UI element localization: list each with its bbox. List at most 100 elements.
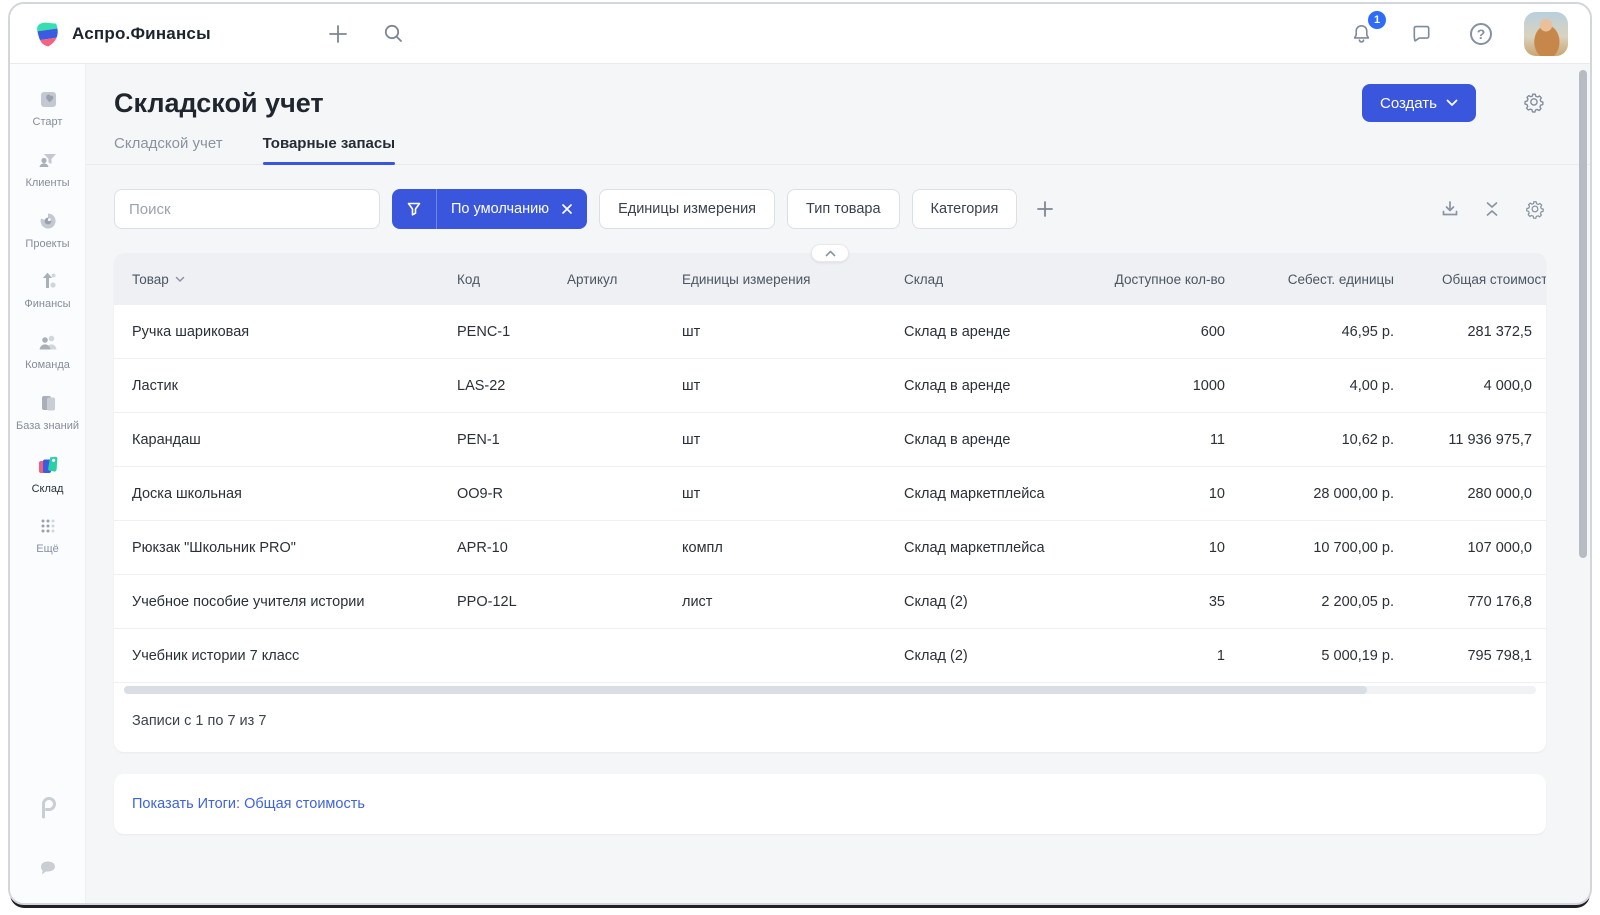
scrollbar-thumb[interactable] bbox=[124, 686, 1367, 694]
filter-funnel-icon[interactable] bbox=[392, 189, 437, 229]
table-row[interactable]: Учебное пособие учителя истории PPO-12L … bbox=[114, 575, 1546, 629]
sidebar-item-knowledge-base[interactable]: База знаний bbox=[12, 382, 84, 443]
planfix-button[interactable] bbox=[31, 791, 65, 825]
sidebar-item-label: Старт bbox=[33, 116, 63, 130]
column-header-cost[interactable]: Себест. единицы bbox=[1225, 272, 1394, 287]
collapse-table-button[interactable] bbox=[811, 244, 849, 262]
active-filter-chip[interactable]: По умолчанию bbox=[392, 189, 587, 229]
gear-icon bbox=[1522, 90, 1546, 114]
table-row[interactable]: Рюкзак "Школьник PRO" APR-10 компл Склад… bbox=[114, 521, 1546, 575]
column-header-warehouse[interactable]: Склад bbox=[904, 272, 1104, 287]
sidebar-item-team[interactable]: Команда bbox=[12, 321, 84, 382]
filter-product-type-button[interactable]: Тип товара bbox=[787, 189, 899, 229]
cell-warehouse: Склад в аренде bbox=[904, 324, 1104, 340]
global-search-button[interactable] bbox=[377, 17, 411, 51]
column-header-code[interactable]: Код bbox=[457, 272, 567, 287]
filter-category-button[interactable]: Категория bbox=[912, 189, 1018, 229]
cell-code: LAS-22 bbox=[457, 378, 567, 394]
sidebar-item-more[interactable]: Ещё bbox=[12, 505, 84, 566]
cell-total: 4 000,0 bbox=[1394, 378, 1546, 394]
cell-qty: 600 bbox=[1104, 324, 1225, 340]
start-icon bbox=[36, 87, 60, 111]
knowledge-base-icon bbox=[36, 391, 60, 415]
team-icon bbox=[36, 330, 60, 354]
cell-unit: лист bbox=[682, 594, 904, 610]
topbar: Аспро.Финансы 1 bbox=[10, 4, 1590, 64]
create-button-label: Создать bbox=[1380, 95, 1437, 112]
cell-code: PPO-12L bbox=[457, 594, 567, 610]
table-horizontal-scrollbar[interactable] bbox=[124, 686, 1536, 694]
show-totals-link[interactable]: Показать Итоги: Общая стоимость bbox=[132, 796, 365, 812]
brand[interactable]: Аспро.Финансы bbox=[32, 19, 211, 49]
cell-total: 280 000,0 bbox=[1394, 486, 1546, 502]
column-header-total[interactable]: Общая стоимость bbox=[1394, 272, 1546, 287]
cell-unit: шт bbox=[682, 324, 904, 340]
sidebar-item-projects[interactable]: Проекты bbox=[12, 200, 84, 261]
cell-product: Учебник истории 7 класс bbox=[132, 648, 457, 664]
cell-product: Ручка шариковая bbox=[132, 324, 457, 340]
stock-table: Товар Код Артикул Единицы измерения Скла… bbox=[114, 253, 1546, 752]
table-settings-button[interactable] bbox=[1524, 198, 1546, 220]
column-header-unit[interactable]: Единицы измерения bbox=[682, 272, 904, 287]
chat-button[interactable] bbox=[1404, 17, 1438, 51]
column-header-article[interactable]: Артикул bbox=[567, 272, 682, 287]
clients-icon bbox=[36, 148, 60, 172]
chevron-down-icon bbox=[1446, 99, 1458, 107]
sidebar-item-warehouse[interactable]: Склад bbox=[12, 443, 84, 506]
warehouse-icon bbox=[35, 452, 61, 478]
column-header-product[interactable]: Товар bbox=[132, 272, 457, 287]
tab-stock[interactable]: Товарные запасы bbox=[263, 135, 395, 165]
quick-create-button[interactable] bbox=[321, 17, 355, 51]
collapse-rows-button[interactable] bbox=[1484, 199, 1500, 219]
records-count: Записи с 1 по 7 из 7 bbox=[114, 694, 1546, 752]
download-button[interactable] bbox=[1440, 199, 1460, 219]
table-row[interactable]: Учебник истории 7 класс Склад (2) 1 5 00… bbox=[114, 629, 1546, 683]
cell-cost: 28 000,00 р. bbox=[1225, 486, 1394, 502]
close-icon[interactable] bbox=[559, 203, 587, 215]
filter-units-button[interactable]: Единицы измерения bbox=[599, 189, 775, 229]
sidebar-item-finances[interactable]: Финансы bbox=[12, 260, 84, 321]
help-button[interactable]: ? bbox=[1464, 17, 1498, 51]
feedback-button[interactable] bbox=[31, 851, 65, 885]
cell-unit: шт bbox=[682, 486, 904, 502]
sidebar-item-clients[interactable]: Клиенты bbox=[12, 139, 84, 200]
plus-icon bbox=[1035, 199, 1055, 219]
cell-qty: 10 bbox=[1104, 486, 1225, 502]
projects-icon bbox=[36, 209, 60, 233]
cell-code: PENC-1 bbox=[457, 324, 567, 340]
collapse-icon bbox=[1484, 199, 1500, 219]
table-row[interactable]: Ластик LAS-22 шт Склад в аренде 1000 4,0… bbox=[114, 359, 1546, 413]
brand-name: Аспро.Финансы bbox=[72, 24, 211, 44]
cell-warehouse: Склад (2) bbox=[904, 648, 1104, 664]
cell-unit: компл bbox=[682, 540, 904, 556]
table-toolbar bbox=[1440, 189, 1546, 229]
column-label: Товар bbox=[132, 272, 169, 287]
table-row[interactable]: Карандаш PEN-1 шт Склад в аренде 11 10,6… bbox=[114, 413, 1546, 467]
page-settings-button[interactable] bbox=[1522, 90, 1546, 114]
table-body: Ручка шариковая PENC-1 шт Склад в аренде… bbox=[114, 305, 1546, 683]
cell-warehouse: Склад маркетплейса bbox=[904, 540, 1104, 556]
tab-warehouse-accounting[interactable]: Складской учет bbox=[114, 135, 223, 165]
download-icon bbox=[1440, 199, 1460, 219]
avatar[interactable] bbox=[1524, 12, 1568, 56]
sidebar-item-label: База знаний bbox=[16, 420, 79, 434]
table-row[interactable]: Ручка шариковая PENC-1 шт Склад в аренде… bbox=[114, 305, 1546, 359]
column-header-qty[interactable]: Доступное кол-во bbox=[1104, 272, 1225, 287]
add-filter-button[interactable] bbox=[1029, 195, 1061, 223]
search-input[interactable] bbox=[114, 189, 380, 229]
table-row[interactable]: Доска школьная OO9-R шт Склад маркетплей… bbox=[114, 467, 1546, 521]
sidebar-item-start[interactable]: Старт bbox=[12, 78, 84, 139]
sidebar-item-label: Команда bbox=[25, 359, 70, 373]
cell-total: 11 936 975,7 bbox=[1394, 432, 1546, 448]
create-button[interactable]: Создать bbox=[1362, 84, 1476, 122]
cell-cost: 2 200,05 р. bbox=[1225, 594, 1394, 610]
cell-product: Ластик bbox=[132, 378, 457, 394]
gear-icon bbox=[1524, 198, 1546, 220]
cell-qty: 35 bbox=[1104, 594, 1225, 610]
notifications-button[interactable]: 1 bbox=[1344, 17, 1378, 51]
page-head: Складской учет Складской учет Товарные з… bbox=[114, 88, 1546, 165]
vertical-scrollbar[interactable] bbox=[1579, 70, 1587, 558]
cell-cost: 10,62 р. bbox=[1225, 432, 1394, 448]
chat-icon bbox=[1410, 22, 1433, 45]
search-icon bbox=[383, 23, 404, 44]
